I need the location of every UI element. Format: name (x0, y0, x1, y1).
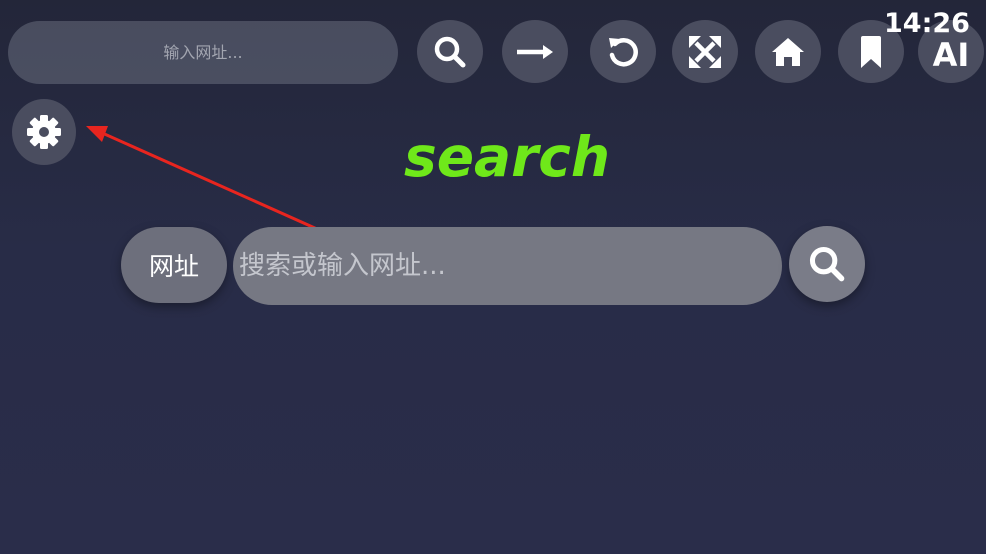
search-icon (809, 246, 845, 282)
bookmark-icon (861, 35, 881, 68)
search-engine-button[interactable]: 网址 (121, 227, 227, 303)
arrow-right-icon (517, 44, 553, 59)
fullscreen-button[interactable] (672, 20, 738, 83)
logo: search (404, 125, 611, 189)
search-input[interactable] (233, 227, 782, 305)
settings-button[interactable] (12, 99, 76, 165)
status-time: 14:26 (884, 8, 970, 39)
go-button[interactable] (502, 20, 568, 83)
reload-button[interactable] (590, 20, 656, 83)
home-icon (772, 37, 804, 66)
home-button[interactable] (755, 20, 821, 83)
search-submit-button[interactable] (789, 226, 865, 302)
url-input[interactable] (8, 21, 398, 84)
fullscreen-icon (689, 35, 721, 68)
search-button[interactable] (417, 20, 483, 83)
ai-label: AI (932, 35, 970, 74)
refresh-icon (609, 37, 638, 67)
search-icon (434, 36, 466, 67)
gear-icon (27, 115, 61, 149)
